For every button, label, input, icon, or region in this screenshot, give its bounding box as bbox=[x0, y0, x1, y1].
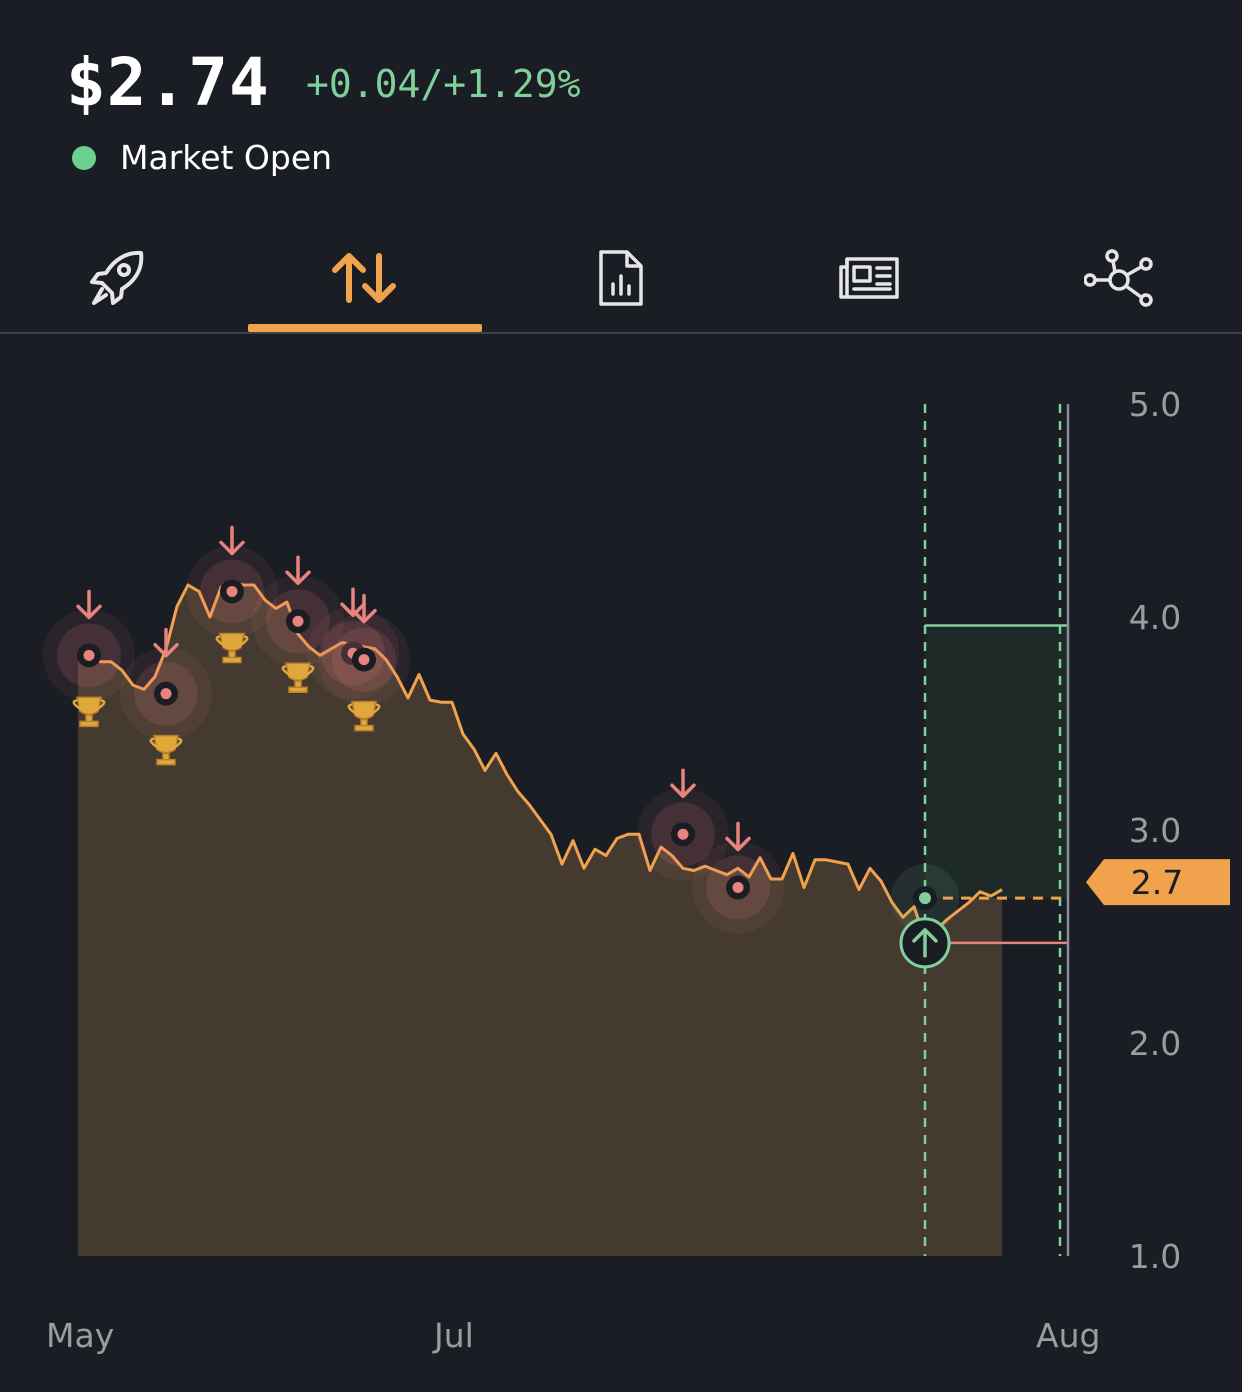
price-area bbox=[78, 582, 1002, 1256]
active-tab-indicator bbox=[248, 324, 482, 332]
take-profit-zone bbox=[925, 625, 1068, 899]
y-tick-label: 2.0 bbox=[1129, 1024, 1181, 1063]
y-tick-label: 4.0 bbox=[1129, 598, 1181, 637]
rocket-icon bbox=[90, 250, 144, 305]
trophy-icon bbox=[351, 700, 377, 732]
trophy-icon bbox=[285, 662, 311, 694]
y-tick-label: 5.0 bbox=[1129, 385, 1181, 424]
tab-network[interactable] bbox=[1002, 228, 1236, 328]
x-tick-label: May bbox=[46, 1316, 115, 1355]
market-status: Market Open bbox=[120, 138, 333, 177]
sell-marker-dot bbox=[358, 654, 370, 666]
tab-reports[interactable] bbox=[504, 228, 738, 328]
price-change: +0.04/+1.29% bbox=[306, 62, 581, 106]
up-down-arrows-icon bbox=[332, 253, 396, 303]
tab-overview[interactable] bbox=[0, 228, 234, 328]
buy-marker-dot bbox=[919, 892, 931, 905]
tab-trades[interactable] bbox=[248, 228, 482, 328]
sell-marker-dot bbox=[83, 649, 95, 661]
stock-price: $2.74 bbox=[66, 44, 270, 121]
trophy-icon bbox=[153, 734, 179, 766]
sell-marker-dot bbox=[292, 615, 304, 627]
tab-bar bbox=[0, 228, 1242, 334]
trophy-icon bbox=[76, 696, 102, 728]
sell-marker-dot bbox=[732, 882, 744, 894]
current-price-label: 2.7 bbox=[1131, 863, 1183, 902]
y-tick-label: 3.0 bbox=[1129, 811, 1181, 850]
market-status-dot bbox=[72, 146, 96, 170]
y-tick-label: 1.0 bbox=[1129, 1237, 1181, 1276]
x-tick-label: Jul bbox=[434, 1316, 474, 1355]
tab-news[interactable] bbox=[752, 228, 986, 328]
newspaper-icon bbox=[839, 257, 899, 299]
network-icon bbox=[1084, 249, 1153, 307]
report-chart-icon bbox=[599, 250, 643, 306]
x-tick-label: Aug bbox=[1036, 1316, 1101, 1355]
sell-marker-dot bbox=[226, 585, 238, 597]
trophy-icon bbox=[219, 632, 245, 664]
price-chart[interactable]: 5.0 4.0 3.0 2.0 1.0 2.7 bbox=[0, 336, 1242, 1300]
tab-divider bbox=[0, 332, 1242, 334]
sell-marker-dot bbox=[160, 688, 172, 700]
sell-marker-dot bbox=[677, 828, 689, 840]
